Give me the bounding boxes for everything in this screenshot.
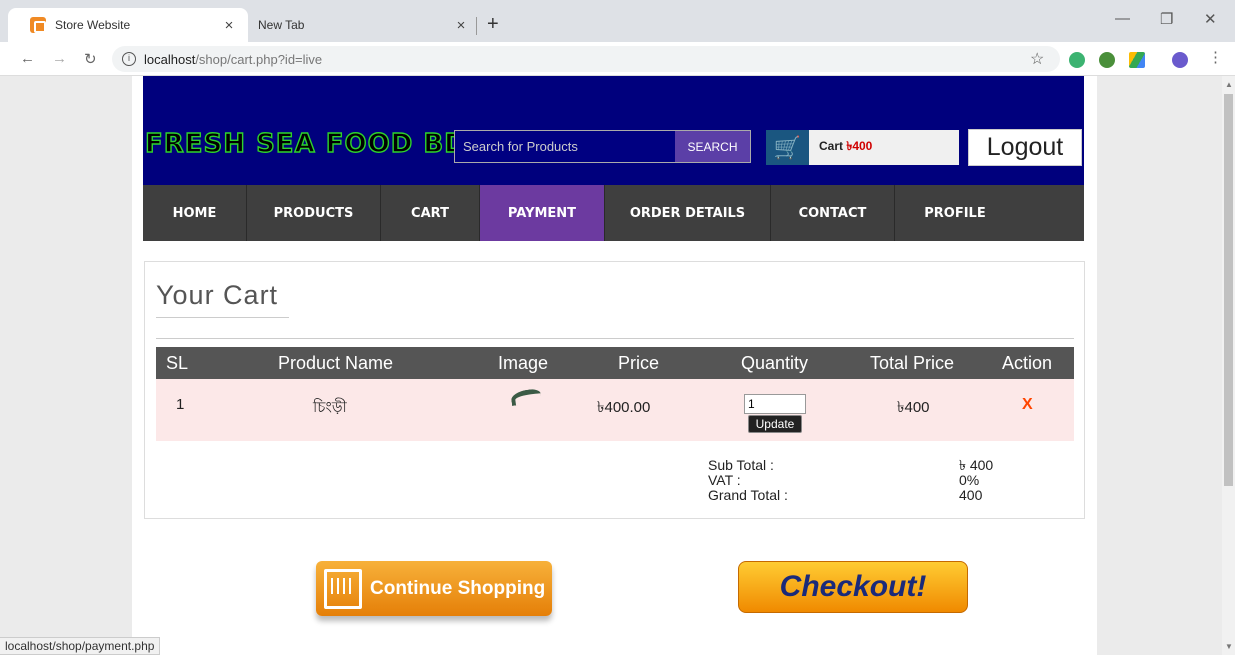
status-bar: localhost/shop/payment.php: [0, 637, 161, 655]
menu-contact[interactable]: CONTACT: [771, 185, 895, 241]
column-header: Price: [618, 353, 660, 373]
divider: [156, 338, 1074, 339]
site-header: FRESH SEA FOOD BD SEARCH 🛒 Cart ৳400 Log…: [143, 76, 1084, 185]
totals-values: ৳ 400 0% 400: [959, 458, 993, 503]
menu-icon[interactable]: ⋮: [1208, 48, 1223, 66]
tab-title: New Tab: [258, 18, 305, 32]
back-icon[interactable]: ←: [20, 50, 35, 67]
page-title: Your Cart: [156, 280, 279, 310]
tab-divider: [476, 17, 477, 35]
grand-total-value: 400: [959, 487, 983, 503]
forward-icon[interactable]: →: [52, 50, 67, 67]
continue-shopping-label: Continue Shopping: [370, 577, 546, 599]
reload-icon[interactable]: ↻: [84, 50, 97, 68]
extension-icon[interactable]: [1099, 52, 1115, 68]
restore-icon[interactable]: ❐: [1160, 10, 1173, 28]
table-row: 1 চিংড়ী ৳400.00 Update ৳400 X: [156, 379, 1074, 441]
product-image: [510, 387, 542, 407]
drive-icon[interactable]: [1129, 52, 1145, 68]
vat-label: VAT :: [708, 472, 741, 488]
cart-panel: Your Cart SL Product Name Image Price Qu…: [144, 261, 1085, 519]
update-button[interactable]: Update: [748, 415, 802, 433]
browser-tab-new[interactable]: New Tab ×: [250, 8, 480, 42]
page-viewport: FRESH SEA FOOD BD SEARCH 🛒 Cart ৳400 Log…: [0, 76, 1222, 655]
url-field[interactable]: i localhost/shop/cart.php?id=live: [112, 46, 1060, 72]
column-header: Quantity: [741, 353, 809, 373]
address-bar-row: ← → ↻ i localhost/shop/cart.php?id=live …: [0, 42, 1235, 76]
cart-amount: ৳400: [846, 138, 873, 153]
title-underline: [156, 317, 289, 318]
continue-shopping-button[interactable]: Continue Shopping: [316, 561, 552, 616]
row-product-name: চিংড়ী: [313, 398, 347, 416]
row-total-price: ৳400: [897, 399, 930, 416]
page-container: FRESH SEA FOOD BD SEARCH 🛒 Cart ৳400 Log…: [132, 76, 1097, 655]
page-scrollbar[interactable]: ▲ ▼: [1222, 76, 1235, 655]
main-menu: HOME PRODUCTS CART PAYMENT ORDER DETAILS…: [143, 185, 1084, 241]
shield-extension-icon[interactable]: [1069, 52, 1085, 68]
search-input[interactable]: [455, 131, 675, 162]
menu-payment[interactable]: PAYMENT: [480, 185, 605, 241]
tab-title: Store Website: [55, 18, 131, 32]
header-cart[interactable]: 🛒 Cart ৳400: [766, 130, 959, 165]
star-icon[interactable]: ☆: [1030, 49, 1044, 69]
profile-icon[interactable]: [1172, 52, 1188, 68]
column-header: Total Price: [870, 353, 955, 373]
cart-table-header: SL Product Name Image Price Quantity Tot…: [156, 347, 1074, 379]
new-tab-button[interactable]: +: [487, 13, 499, 36]
minimize-icon[interactable]: —: [1115, 10, 1130, 27]
search-form: SEARCH: [454, 130, 751, 163]
totals-labels: Sub Total : VAT : Grand Total :: [708, 458, 788, 503]
vat-value: 0%: [959, 472, 980, 488]
url-host: localhost: [144, 51, 196, 67]
subtotal-value: ৳ 400: [959, 457, 994, 473]
cart-icon: 🛒: [766, 130, 809, 165]
url-path: /shop/cart.php?id=live: [195, 51, 323, 67]
column-header: Product Name: [278, 353, 394, 373]
scroll-up-icon[interactable]: ▲: [1225, 80, 1233, 89]
browser-tab-bar: Store Website × New Tab × + — ❐ ✕: [0, 0, 1235, 42]
checkout-button[interactable]: Checkout!: [738, 561, 968, 613]
menu-products[interactable]: PRODUCTS: [247, 185, 381, 241]
menu-order-details[interactable]: ORDER DETAILS: [605, 185, 771, 241]
window-close-icon[interactable]: ✕: [1204, 10, 1217, 28]
search-button[interactable]: SEARCH: [675, 131, 750, 162]
column-header: Image: [498, 353, 549, 373]
remove-item-button[interactable]: X: [1022, 396, 1033, 414]
info-icon[interactable]: i: [122, 52, 136, 66]
row-sl: 1: [176, 396, 185, 413]
tab-close-icon[interactable]: ×: [452, 17, 470, 34]
logout-button[interactable]: Logout: [968, 129, 1082, 166]
xampp-favicon-icon: [30, 17, 46, 33]
column-header: Action: [1002, 353, 1053, 373]
menu-cart[interactable]: CART: [381, 185, 480, 241]
tab-close-icon[interactable]: ×: [220, 17, 238, 34]
shopping-cart-icon: [324, 568, 362, 609]
cart-summary: Cart ৳400: [819, 138, 872, 158]
scroll-down-icon[interactable]: ▼: [1225, 642, 1233, 651]
grand-total-label: Grand Total :: [708, 487, 788, 503]
column-header: SL: [166, 353, 189, 373]
menu-home[interactable]: HOME: [143, 185, 247, 241]
site-logo[interactable]: FRESH SEA FOOD BD: [144, 128, 467, 159]
subtotal-label: Sub Total :: [708, 457, 774, 473]
menu-profile[interactable]: PROFILE: [895, 185, 1015, 241]
cart-label: Cart: [819, 138, 847, 153]
scrollbar-thumb[interactable]: [1224, 94, 1233, 486]
quantity-input[interactable]: [744, 394, 806, 414]
browser-tab-store[interactable]: Store Website ×: [8, 8, 248, 42]
row-price: ৳400.00: [597, 399, 651, 416]
